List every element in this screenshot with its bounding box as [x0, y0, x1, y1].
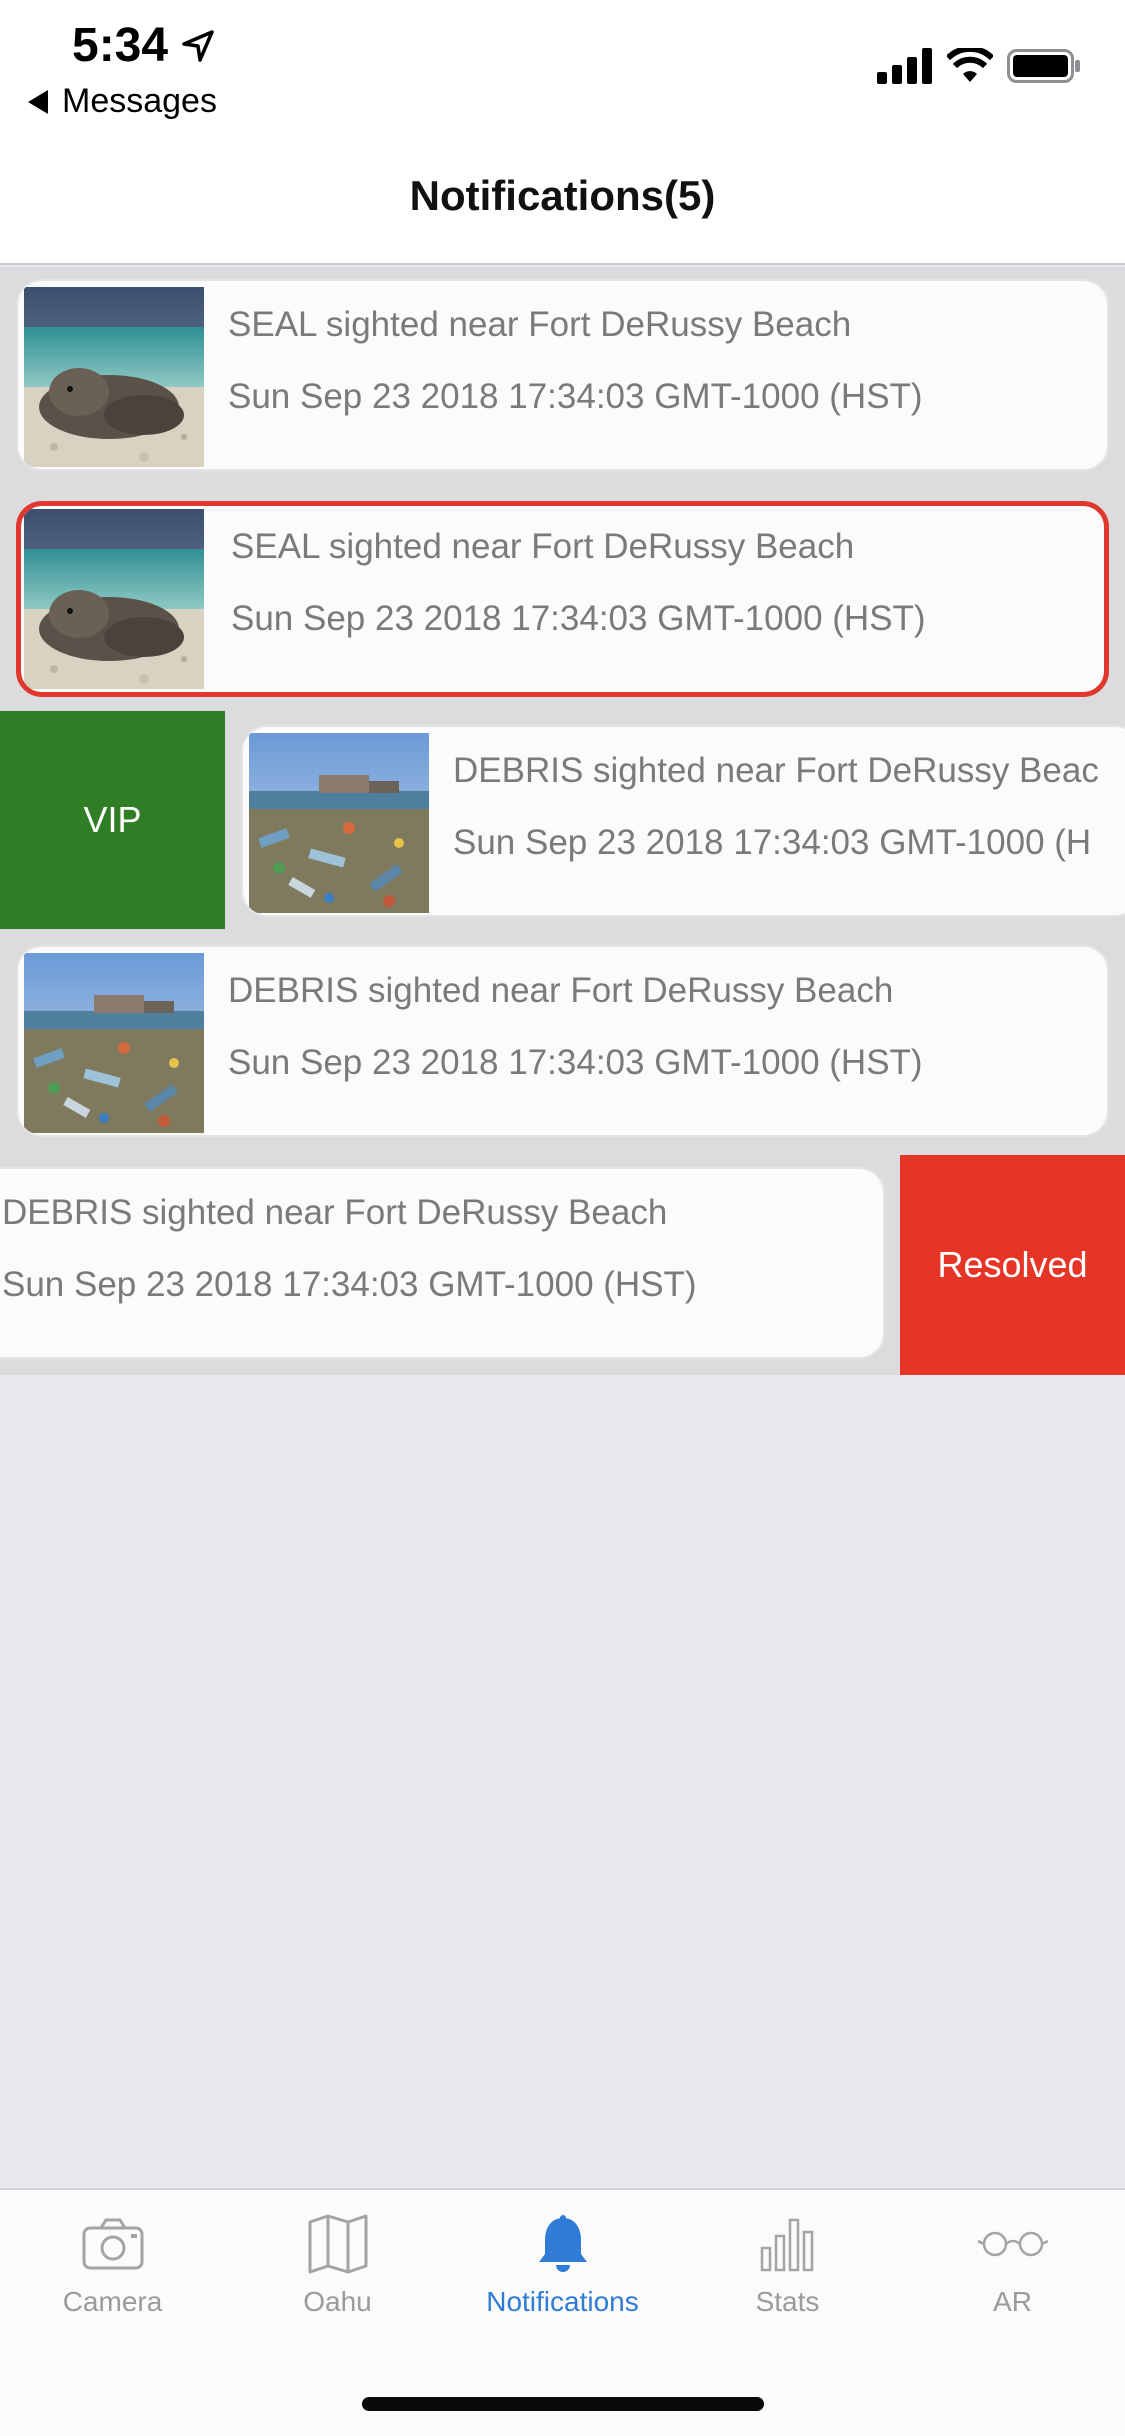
status-indicators: [877, 48, 1081, 84]
tab-label: Notifications: [486, 2286, 639, 2317]
tab-camera[interactable]: Camera: [0, 2214, 225, 2318]
back-triangle-icon: [28, 89, 48, 114]
debris-photo: [24, 953, 204, 1133]
bar-chart-icon: [760, 2218, 813, 2272]
notification-date: Sun Sep 23 2018 17:34:03 GMT-1000 (HST): [2, 1265, 697, 1304]
list-row: DEBRIS sighted near Fort DeRussy Beach S…: [0, 1155, 1125, 1375]
back-app-label: Messages: [62, 82, 217, 120]
notification-title: DEBRIS sighted near Fort DeRussy Beach: [228, 971, 894, 1010]
time-label: 5:34: [72, 19, 169, 72]
tab-notifications[interactable]: Notifications: [450, 2214, 675, 2318]
notification-title: SEAL sighted near Fort DeRussy Beach: [228, 305, 852, 344]
seal-photo: [24, 287, 204, 467]
seal-photo: [24, 509, 204, 689]
page-title: Notifications(5): [409, 172, 716, 219]
notification-card[interactable]: SEAL sighted near Fort DeRussy Beach Sun…: [16, 279, 1109, 471]
notification-card[interactable]: DEBRIS sighted near Fort DeRussy Beach S…: [0, 1167, 885, 1359]
notification-title: DEBRIS sighted near Fort DeRussy Beac: [453, 751, 1099, 790]
camera-icon: [82, 2218, 143, 2270]
tab-stats[interactable]: Stats: [675, 2214, 900, 2318]
notification-date: Sun Sep 23 2018 17:34:03 GMT-1000 (HST): [228, 1043, 923, 1082]
list-row: DEBRIS sighted near Fort DeRussy Beach S…: [0, 933, 1125, 1155]
glasses-icon: [976, 2231, 1049, 2257]
notification-title: SEAL sighted near Fort DeRussy Beach: [231, 527, 855, 566]
vip-action-button[interactable]: VIP: [0, 711, 225, 929]
notification-title: DEBRIS sighted near Fort DeRussy Beach: [2, 1193, 668, 1232]
notification-date: Sun Sep 23 2018 17:34:03 GMT-1000 (H: [453, 823, 1092, 862]
tab-label: Stats: [755, 2286, 820, 2317]
wifi-icon: [947, 48, 993, 82]
notification-date: Sun Sep 23 2018 17:34:03 GMT-1000 (HST): [231, 599, 926, 638]
notification-card-selected[interactable]: SEAL sighted near Fort DeRussy Beach Sun…: [16, 501, 1109, 697]
back-to-messages-button[interactable]: Messages: [28, 82, 217, 121]
notification-date: Sun Sep 23 2018 17:34:03 GMT-1000 (HST): [228, 377, 923, 416]
tab-oahu[interactable]: Oahu: [225, 2214, 450, 2318]
debris-photo: [249, 733, 429, 913]
tab-label: Camera: [62, 2286, 163, 2317]
home-indicator[interactable]: [362, 2397, 764, 2411]
resolved-label: Resolved: [937, 1244, 1088, 1285]
signal-icon: [877, 48, 932, 84]
notification-card[interactable]: DEBRIS sighted near Fort DeRussy Beach S…: [16, 945, 1109, 1137]
location-arrow-icon: [182, 29, 214, 62]
status-time: 5:34: [72, 18, 218, 73]
tab-ar[interactable]: AR: [900, 2214, 1125, 2318]
list-row: SEAL sighted near Fort DeRussy Beach Sun…: [0, 267, 1125, 489]
list-row: SEAL sighted near Fort DeRussy Beach Sun…: [0, 489, 1125, 711]
notification-card[interactable]: DEBRIS sighted near Fort DeRussy Beac Su…: [241, 725, 1125, 917]
bell-icon: [538, 2215, 587, 2272]
tab-label: Oahu: [303, 2286, 372, 2317]
resolved-action-button[interactable]: Resolved: [900, 1155, 1125, 1375]
battery-icon: [1007, 49, 1080, 83]
map-icon: [308, 2214, 367, 2274]
tab-label: AR: [993, 2286, 1032, 2317]
top-bar: 5:34 Messages Notifications(5): [0, 0, 1125, 265]
vip-label: VIP: [83, 799, 142, 840]
list-row: VIP DEBRIS sighted near Fort DeRussy Bea…: [0, 711, 1125, 933]
